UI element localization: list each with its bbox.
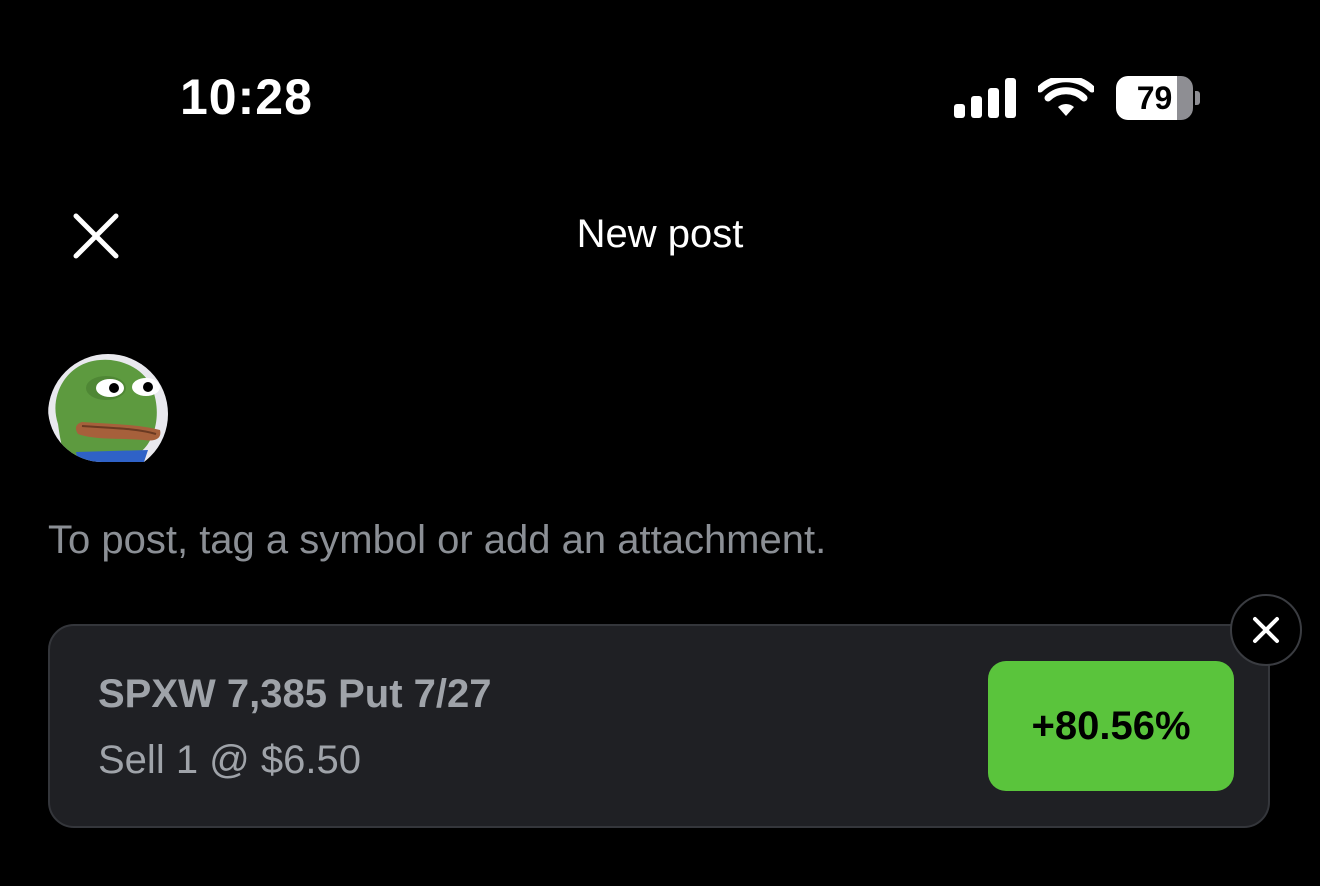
trade-attachment-card[interactable]: SPXW 7,385 Put 7/27 Sell 1 @ $6.50 +80.5…	[48, 624, 1270, 828]
status-time: 10:28	[180, 69, 313, 125]
attachment-subtitle: Sell 1 @ $6.50	[98, 738, 361, 782]
page-title: New post	[576, 212, 744, 256]
close-icon	[1253, 617, 1279, 643]
composer-hint[interactable]: To post, tag a symbol or add an attachme…	[48, 518, 826, 563]
new-post-screen: 10:28 79 New post To post, tag a symbol …	[0, 0, 1320, 886]
attachment-title: SPXW 7,385 Put 7/27	[98, 672, 492, 716]
frog-avatar[interactable]	[48, 354, 168, 462]
signal-bars-icon	[954, 78, 1016, 118]
battery-level: 79	[1136, 79, 1173, 116]
remove-attachment-button[interactable]	[1230, 594, 1302, 666]
battery-icon: 79	[1116, 76, 1200, 120]
status-indicators: 79	[954, 74, 1200, 122]
wifi-icon	[1038, 78, 1094, 116]
percent-change-badge: +80.56%	[988, 661, 1234, 791]
